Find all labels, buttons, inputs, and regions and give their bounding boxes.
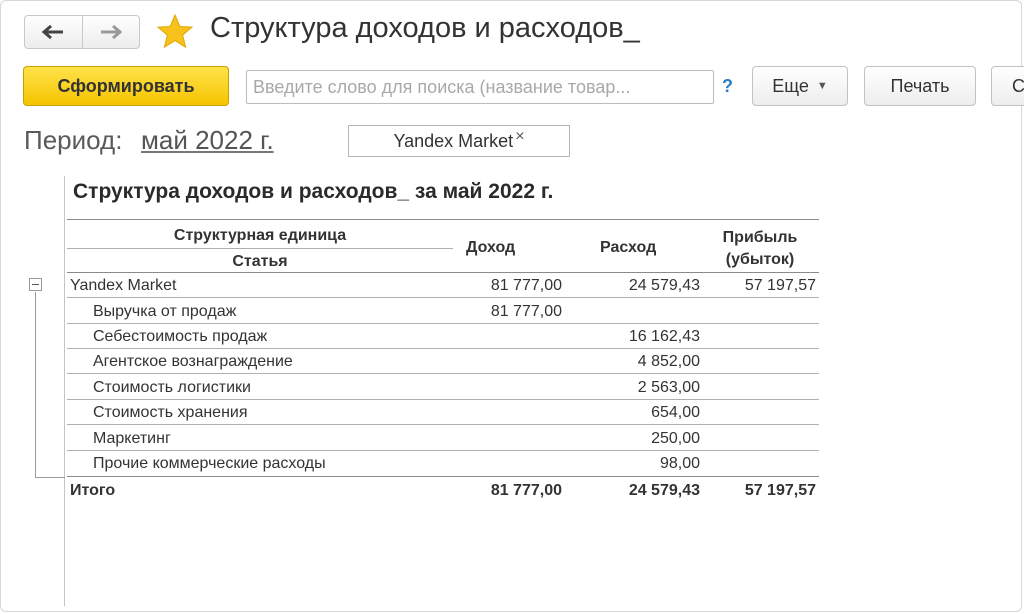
row-rule	[67, 450, 819, 451]
row-name: Стоимость логистики	[93, 379, 251, 396]
row-expense: 16 162,43	[628, 328, 700, 345]
row-rule	[67, 323, 819, 324]
partial-toolbar-button[interactable]: С	[991, 66, 1024, 106]
row-expense: 250,00	[651, 430, 700, 447]
row-income: 81 777,00	[490, 303, 562, 320]
total-rule	[67, 476, 819, 477]
row-name: Стоимость хранения	[93, 404, 248, 421]
forward-button[interactable]	[81, 16, 140, 48]
total-profit: 57 197,57	[744, 482, 816, 499]
total-label: Итого	[70, 482, 116, 499]
tree-line	[35, 292, 36, 478]
column-header-profit-sub: (убыток)	[725, 251, 795, 268]
header-split-rule	[67, 248, 453, 249]
row-rule	[67, 297, 819, 298]
more-button[interactable]: Еще ▼	[752, 66, 848, 106]
column-header-profit: Прибыль	[722, 229, 798, 246]
row-rule	[67, 424, 819, 425]
row-rule	[67, 348, 819, 349]
period-label: Период:	[24, 125, 123, 155]
row-name: Агентское вознаграждение	[93, 353, 293, 370]
row-expense: 2 563,00	[637, 379, 700, 396]
row-expense: 98,00	[659, 455, 700, 472]
print-button[interactable]: Печать	[864, 66, 976, 106]
row-name: Прочие коммерческие расходы	[93, 455, 326, 472]
back-button[interactable]	[25, 16, 82, 48]
header-top-rule	[67, 219, 819, 220]
column-header-expense: Расход	[600, 239, 657, 256]
help-button[interactable]: ?	[722, 76, 733, 97]
filter-tag[interactable]: Yandex Market ×	[348, 125, 570, 157]
group-name: Yandex Market	[70, 277, 177, 294]
generate-button[interactable]: Сформировать	[23, 66, 229, 106]
window-title: Структура доходов и расходов_	[210, 12, 640, 44]
caret-down-icon: ▼	[816, 80, 828, 92]
report-title: Структура доходов и расходов_ за май 202…	[73, 180, 554, 203]
row-name: Выручка от продаж	[93, 303, 237, 320]
column-header-income: Доход	[466, 239, 516, 256]
search-input[interactable]	[246, 70, 714, 104]
column-header-unit: Структурная единица	[173, 227, 347, 244]
row-name: Маркетинг	[93, 430, 171, 447]
more-button-label: Еще	[772, 75, 809, 96]
collapse-group-icon[interactable]	[29, 278, 42, 291]
period-selector[interactable]: май 2022 г.	[141, 125, 274, 156]
navigation-buttons	[24, 15, 140, 49]
row-expense: 654,00	[651, 404, 700, 421]
row-expense: 4 852,00	[637, 353, 700, 370]
row-name: Себестоимость продаж	[93, 328, 268, 345]
total-income: 81 777,00	[490, 482, 562, 499]
report-gutter	[64, 176, 65, 606]
row-rule	[67, 373, 819, 374]
filter-tag-label: Yandex Market	[393, 130, 514, 151]
total-expense: 24 579,43	[628, 482, 700, 499]
tree-line-end	[35, 477, 65, 478]
arrow-right-icon	[100, 24, 123, 40]
group-expense: 24 579,43	[628, 277, 700, 294]
close-icon[interactable]: ×	[515, 128, 524, 146]
row-rule	[67, 399, 819, 400]
star-icon[interactable]	[156, 13, 194, 51]
column-header-article: Статья	[232, 253, 288, 270]
header-bottom-rule	[67, 272, 819, 273]
group-profit: 57 197,57	[744, 277, 816, 294]
group-income: 81 777,00	[490, 277, 562, 294]
arrow-left-icon	[41, 24, 64, 40]
